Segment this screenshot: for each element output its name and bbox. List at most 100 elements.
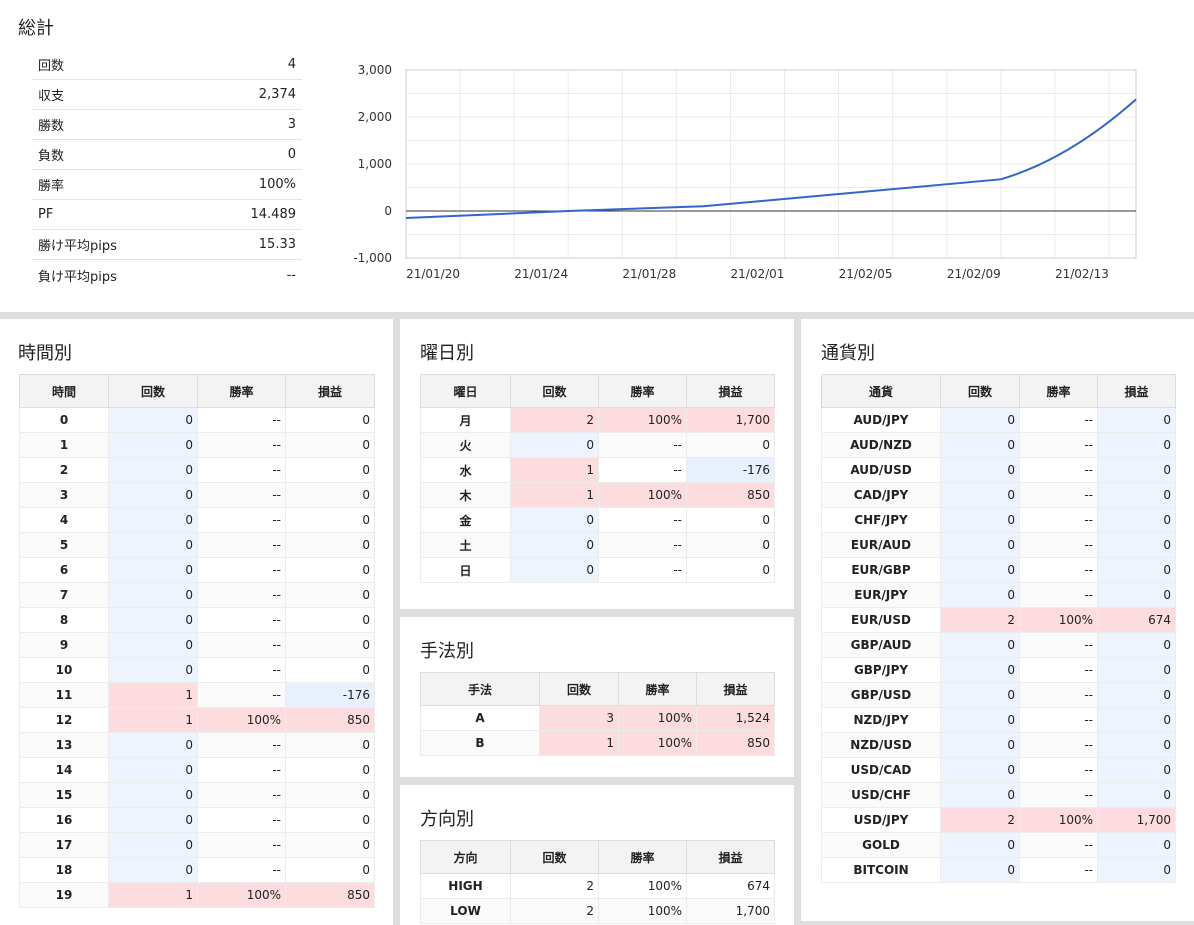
- column-header[interactable]: 回数: [510, 840, 599, 874]
- currency-title: 通貨別: [821, 343, 875, 364]
- pl-cell: 0: [1097, 857, 1176, 883]
- row-key: 11: [19, 682, 109, 708]
- pl-cell: 0: [285, 657, 375, 683]
- row-key: CAD/JPY: [821, 482, 941, 508]
- column-header[interactable]: 曜日: [420, 374, 511, 408]
- count-cell: 0: [108, 407, 198, 433]
- winrate-cell: --: [197, 457, 286, 483]
- winrate-cell: --: [598, 557, 687, 583]
- winrate-cell: --: [197, 732, 286, 758]
- column-header[interactable]: 勝率: [618, 672, 697, 706]
- winrate-cell: --: [1019, 632, 1098, 658]
- table-row: GOLD 0 -- 0: [821, 832, 1176, 858]
- pl-cell: 0: [1097, 407, 1176, 433]
- column-header[interactable]: 通貨: [821, 374, 941, 408]
- column-header[interactable]: 損益: [686, 840, 775, 874]
- pl-cell: 0: [285, 532, 375, 558]
- column-header[interactable]: 損益: [696, 672, 775, 706]
- column-header[interactable]: 回数: [940, 374, 1020, 408]
- table-row: GBP/AUD 0 -- 0: [821, 632, 1176, 658]
- column-header[interactable]: 手法: [420, 672, 540, 706]
- stat-label: 収支: [38, 89, 65, 104]
- winrate-cell: 100%: [598, 482, 687, 508]
- winrate-cell: --: [598, 432, 687, 458]
- count-cell: 3: [539, 705, 619, 731]
- winrate-cell: --: [1019, 682, 1098, 708]
- count-cell: 0: [108, 657, 198, 683]
- table-row: 6 0 -- 0: [19, 557, 375, 583]
- winrate-cell: 100%: [197, 707, 286, 733]
- summary-title: 総計: [18, 18, 54, 39]
- count-cell: 0: [510, 532, 599, 558]
- pl-cell: 1,524: [696, 705, 775, 731]
- table-row: 14 0 -- 0: [19, 757, 375, 783]
- table-row: 日 0 -- 0: [420, 557, 775, 583]
- winrate-cell: --: [197, 507, 286, 533]
- pl-cell: 1,700: [686, 407, 775, 433]
- count-cell: 0: [108, 482, 198, 508]
- row-key: EUR/GBP: [821, 557, 941, 583]
- row-key: 9: [19, 632, 109, 658]
- column-header[interactable]: 損益: [285, 374, 375, 408]
- table-row: 9 0 -- 0: [19, 632, 375, 658]
- stat-label: 勝け平均pips: [38, 239, 117, 254]
- column-header[interactable]: 勝率: [598, 374, 687, 408]
- column-header[interactable]: 損益: [686, 374, 775, 408]
- winrate-cell: 100%: [598, 898, 687, 924]
- pl-cell: 0: [285, 557, 375, 583]
- row-key: USD/CHF: [821, 782, 941, 808]
- row-key: A: [420, 705, 540, 731]
- count-cell: 0: [108, 832, 198, 858]
- row-key: 水: [420, 457, 511, 483]
- table-row: 8 0 -- 0: [19, 607, 375, 633]
- column-header[interactable]: 勝率: [197, 374, 286, 408]
- direction-title: 方向別: [420, 809, 474, 830]
- winrate-cell: --: [598, 532, 687, 558]
- winrate-cell: --: [1019, 657, 1098, 683]
- stat-label: 負け平均pips: [38, 269, 117, 285]
- count-cell: 1: [510, 457, 599, 483]
- column-header[interactable]: 勝率: [1019, 374, 1098, 408]
- row-key: 15: [19, 782, 109, 808]
- column-header[interactable]: 方向: [420, 840, 511, 874]
- count-cell: 0: [108, 632, 198, 658]
- row-key: USD/JPY: [821, 807, 941, 833]
- count-cell: 0: [940, 532, 1020, 558]
- stat-row: 回数 4: [32, 50, 302, 80]
- column-header[interactable]: 回数: [539, 672, 619, 706]
- pl-cell: 0: [1097, 457, 1176, 483]
- row-key: USD/CAD: [821, 757, 941, 783]
- column-header[interactable]: 損益: [1097, 374, 1176, 408]
- column-header[interactable]: 勝率: [598, 840, 687, 874]
- row-key: LOW: [420, 898, 511, 924]
- row-key: 17: [19, 832, 109, 858]
- stat-row: 収支 2,374: [32, 80, 302, 110]
- row-key: EUR/USD: [821, 607, 941, 633]
- stat-value: 100%: [258, 177, 296, 192]
- column-header[interactable]: 時間: [19, 374, 109, 408]
- method-title: 手法別: [420, 641, 474, 662]
- row-key: 土: [420, 532, 511, 558]
- x-tick-label: 21/02/13: [1055, 267, 1109, 281]
- row-key: 4: [19, 507, 109, 533]
- pl-cell: 0: [686, 532, 775, 558]
- row-key: GOLD: [821, 832, 941, 858]
- winrate-cell: --: [1019, 457, 1098, 483]
- table-row: B 1 100% 850: [420, 730, 775, 756]
- column-header[interactable]: 回数: [510, 374, 599, 408]
- table-row: 5 0 -- 0: [19, 532, 375, 558]
- table-row: 16 0 -- 0: [19, 807, 375, 833]
- count-cell: 0: [940, 432, 1020, 458]
- table-row: 18 0 -- 0: [19, 857, 375, 883]
- winrate-cell: --: [1019, 507, 1098, 533]
- x-tick-label: 21/02/05: [839, 267, 893, 281]
- pl-cell: -176: [285, 682, 375, 708]
- winrate-cell: --: [1019, 432, 1098, 458]
- stat-row: 負け平均pips --: [32, 260, 302, 290]
- row-key: 18: [19, 857, 109, 883]
- column-header[interactable]: 回数: [108, 374, 198, 408]
- table-row: EUR/AUD 0 -- 0: [821, 532, 1176, 558]
- x-tick-label: 21/02/01: [731, 267, 785, 281]
- pl-cell: 0: [1097, 657, 1176, 683]
- count-cell: 0: [940, 832, 1020, 858]
